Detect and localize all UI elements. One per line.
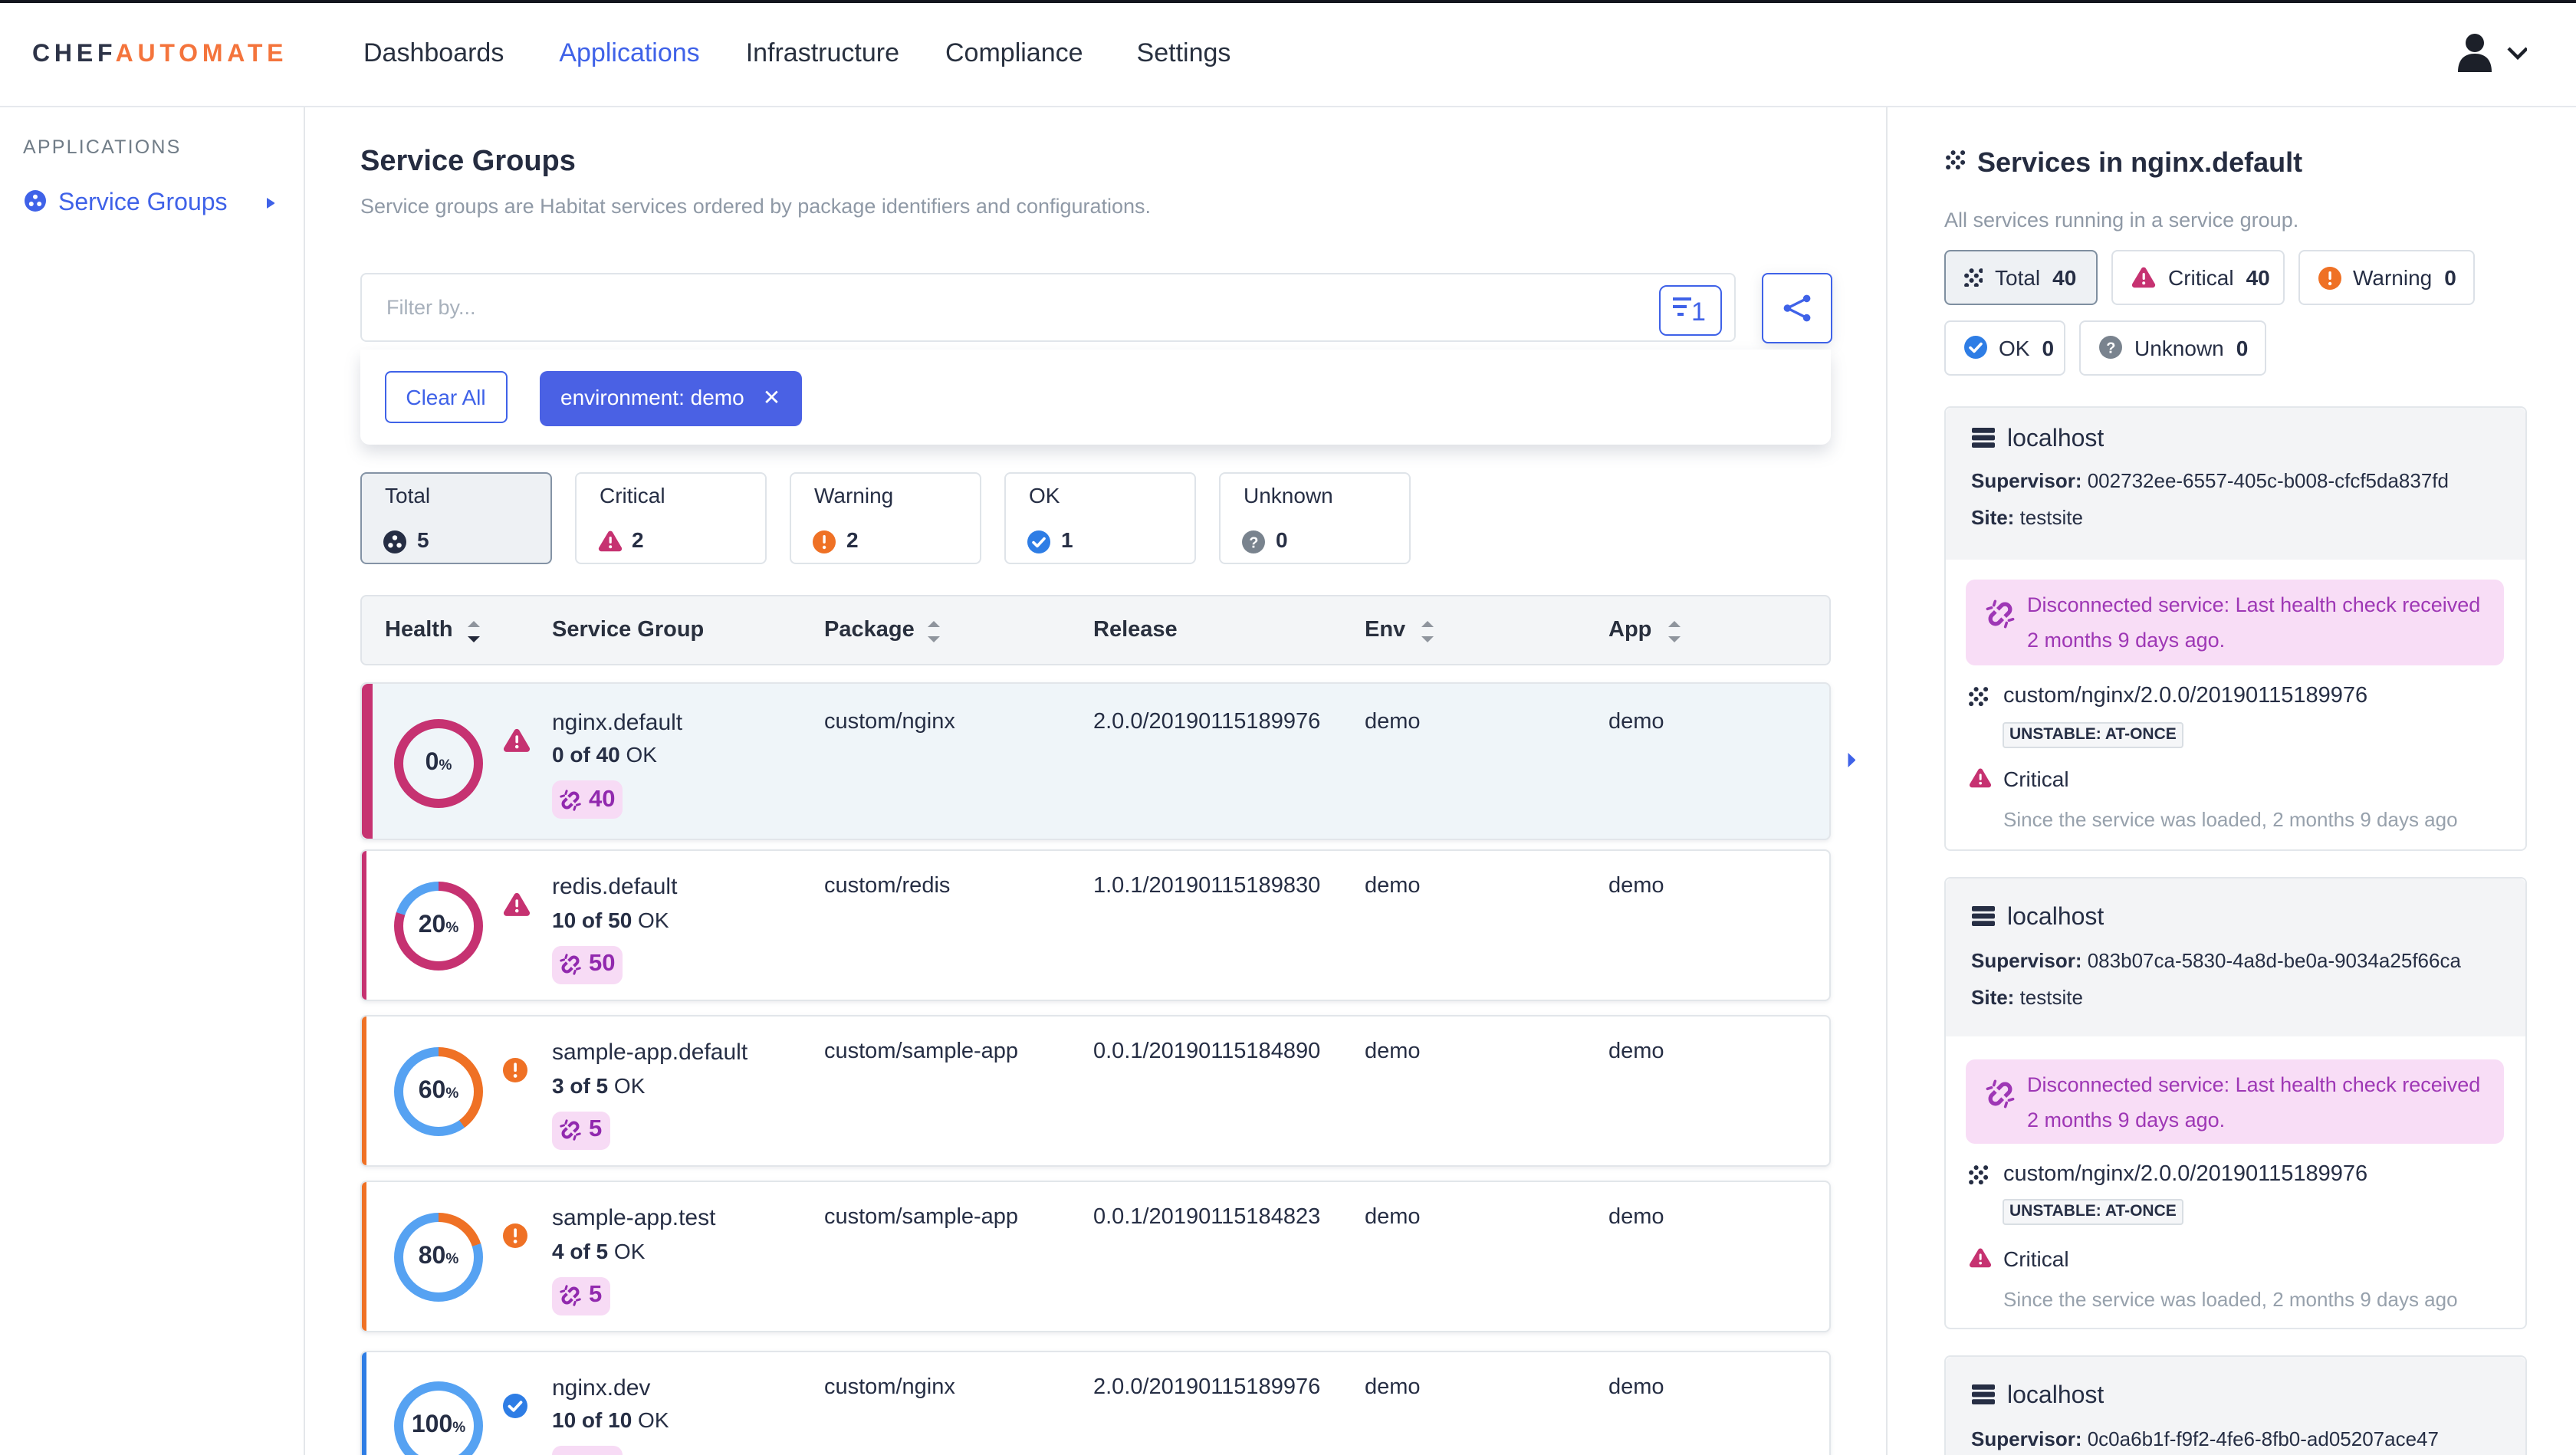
svg-text:?: ? (1249, 534, 1258, 551)
svg-text:1: 1 (1691, 297, 1706, 324)
svg-text:?: ? (2106, 340, 2115, 356)
